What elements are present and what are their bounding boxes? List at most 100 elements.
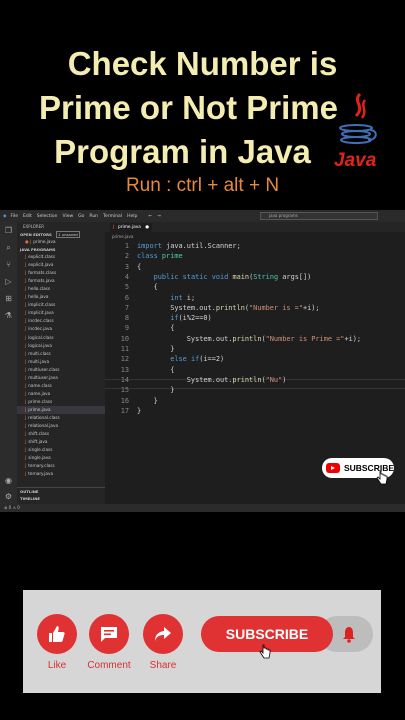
comment-label: Comment [87,660,131,671]
java-logo-text: Java [334,150,377,171]
code-line-9: { [137,324,175,333]
file-item[interactable]: Jformats.java [17,277,105,285]
menu-selection[interactable]: Selection [37,214,58,219]
explorer-icon[interactable]: ❐ [0,222,17,239]
line-number: 12 [120,355,129,364]
code-line-12: else if(i==2) [170,355,225,364]
line-number: 17 [120,406,129,415]
code-line-4: public static void main(String args[]) [153,272,312,281]
gear-icon[interactable]: ⚙ [0,488,17,505]
account-icon[interactable]: ◉ [0,472,17,489]
line-number: 15 [120,386,129,395]
file-item[interactable]: Jincdec.java [17,325,105,333]
share-label: Share [149,660,177,671]
file-item[interactable]: Jprime.class [17,398,105,406]
code-line-14: System.out.println("Nu") [137,375,287,384]
file-item[interactable]: Jexplicit.class [17,253,105,261]
line-number: 5 [124,283,129,292]
vscode-logo-icon: ◆ [3,213,7,219]
back-arrow-icon[interactable]: ← [148,214,152,219]
file-item[interactable]: Jmulti.java [17,358,105,366]
menu-view[interactable]: View [62,214,73,219]
share-icon [155,627,171,641]
menu-help[interactable]: Help [127,214,137,219]
youtube-action-card: Like Comment Share SUBSCRIBE [23,590,381,693]
code-line-16: } [137,396,158,405]
file-item[interactable]: Jshift.java [17,438,105,446]
line-number: 9 [124,324,129,333]
open-editor-item[interactable]: ● Jprime.java [17,238,105,246]
source-control-icon[interactable]: ⑂ [0,256,17,273]
file-item[interactable]: Jformats.class [17,269,105,277]
line-number: 16 [120,396,129,405]
testing-icon[interactable]: ⚗ [0,307,17,324]
file-item[interactable]: Jincdec.class [17,317,105,325]
file-item[interactable]: Jmulti.class [17,350,105,358]
file-item[interactable]: Jlogical.class [17,334,105,342]
line-number: 10 [120,334,129,343]
breadcrumb[interactable]: prime.java [112,234,133,239]
forward-arrow-icon[interactable]: → [157,214,161,219]
line-number: 2 [124,252,129,261]
file-item[interactable]: Jimplicit.class [17,301,105,309]
file-item[interactable]: Jternary.java [17,470,105,478]
code-line-7: System.out.println("Number is ="+i); [137,303,320,312]
line-number: 6 [124,293,129,302]
file-item[interactable]: Jrelational.class [17,414,105,422]
code-line-2: class prime [137,252,183,261]
status-bar[interactable]: ⊗ 0 ⚠ 0 [0,504,405,512]
file-list: Jexplicit.class Jexplicit.java Jformats.cl… [17,253,105,478]
outline-section[interactable]: OUTLINE [17,487,105,494]
file-item[interactable]: Jprime.java [17,405,105,414]
file-item[interactable]: Jimplicit.java [17,309,105,317]
search-icon[interactable]: ⌕ [0,239,17,256]
tab-prime-java[interactable]: J prime.java ● [110,223,152,232]
code-line-8: if(i%2==0) [170,314,212,323]
file-item[interactable]: Jmultiuser.class [17,366,105,374]
folder-section[interactable]: JAVA PROGRAMS [17,246,105,253]
file-item[interactable]: Jsingle.java [17,454,105,462]
title-line-1: Check Number is [67,45,338,82]
line-number: 11 [120,345,129,353]
code-line-6: int i; [170,293,196,302]
bell-icon [343,627,355,643]
file-item[interactable]: Jexplicit.java [17,261,105,269]
line-number: 7 [124,303,129,312]
extensions-icon[interactable]: ⊞ [0,290,17,307]
file-item[interactable]: Jrelational.java [17,422,105,430]
code-line-10: System.out.println("Number is Prime ="+i… [137,334,362,343]
unsaved-dot-icon[interactable]: ● [145,223,149,232]
unsaved-badge: 1 unsaved [56,231,80,238]
file-item[interactable]: Jhello.class [17,285,105,293]
menu-go[interactable]: Go [78,214,84,219]
line-number: 4 [124,272,129,281]
open-editors-section[interactable]: OPEN EDITORS 1 unsaved [17,231,105,238]
file-item[interactable]: Jlogical.java [17,342,105,350]
line-number: 14 [120,375,129,384]
menu-run[interactable]: Run [89,214,98,219]
code-line-11: } [137,345,175,353]
explorer-sidebar: EXPLORER OPEN EDITORS 1 unsaved ● Jprime… [17,222,105,504]
command-search-input[interactable]: java programs [260,212,378,220]
menu-bar: ◆ File Edit Selection View Go Run Termin… [0,210,405,222]
file-item[interactable]: Jternary.class [17,462,105,470]
file-item[interactable]: Jmultiuser.java [17,374,105,382]
file-item[interactable]: Jname.class [17,382,105,390]
share-button[interactable] [143,614,183,654]
menu-file[interactable]: File [10,214,18,219]
file-item[interactable]: Jhello.java [17,293,105,301]
timeline-section[interactable]: TIMELINE [17,495,105,502]
file-item[interactable]: Jshift.class [17,430,105,438]
comment-button[interactable] [89,614,129,654]
code-line-17: } [137,406,142,415]
title-line-3: Program in Java [54,133,311,170]
menu-edit[interactable]: Edit [23,214,32,219]
comment-icon [101,627,117,642]
hand-cursor-icon [259,644,271,659]
run-debug-icon[interactable]: ▷ [0,273,17,290]
line-number: 3 [124,262,129,271]
file-item[interactable]: Jsingle.class [17,446,105,454]
file-item[interactable]: Jname.java [17,390,105,398]
menu-terminal[interactable]: Terminal [103,214,122,219]
like-button[interactable] [37,614,77,654]
